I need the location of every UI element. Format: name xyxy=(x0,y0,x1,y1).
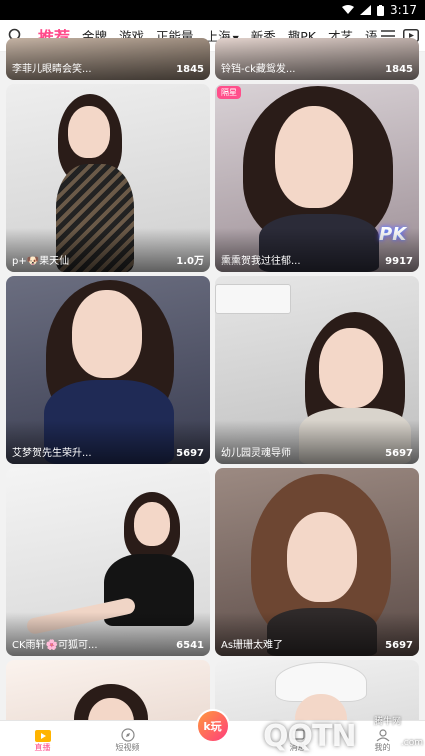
battery-icon xyxy=(377,4,385,16)
card-title: 幼儿园灵魂导师 xyxy=(221,448,291,459)
live-room-card[interactable]: CK雨轩🌸可狐可... 6541 xyxy=(6,468,210,656)
card-title: 李菲儿眼睛会笑... xyxy=(12,64,92,75)
live-room-card[interactable]: 铃铛-ck藏鸳发... 1845 xyxy=(215,38,419,80)
status-badge: 隔星 xyxy=(217,86,241,99)
live-room-card[interactable]: As珊珊太难了 5697 xyxy=(215,468,419,656)
watermark-top-text: 腾牛网 xyxy=(373,717,401,727)
nav-short-video[interactable]: 短视频 xyxy=(98,728,158,753)
live-tv-icon xyxy=(34,730,51,742)
air-conditioner xyxy=(215,284,291,314)
card-title: CK雨轩🌸可狐可... xyxy=(12,640,98,651)
live-room-card[interactable]: p+🐶果天仙 1.0万 xyxy=(6,84,210,272)
card-title: As珊珊太难了 xyxy=(221,640,284,651)
k-play-button[interactable]: k玩 xyxy=(195,709,230,743)
portrait-face xyxy=(319,328,383,408)
portrait-face xyxy=(72,290,142,378)
status-icons xyxy=(342,4,385,16)
signal-icon xyxy=(360,5,372,15)
card-title: p+🐶果天仙 xyxy=(12,256,70,267)
viewer-count: 1845 xyxy=(176,64,204,75)
viewer-count: 1.0万 xyxy=(176,256,204,267)
nav-short-video-label: 短视频 xyxy=(115,743,140,752)
status-time: 3:17 xyxy=(390,3,417,17)
viewer-count: 5697 xyxy=(385,640,413,651)
live-room-card[interactable]: 艾梦贺先生荣升... 5697 xyxy=(6,276,210,464)
wifi-icon xyxy=(342,5,355,14)
watermark-logo-text: QQTN xyxy=(263,719,357,754)
status-bar: 3:17 xyxy=(0,0,425,20)
viewer-count: 1845 xyxy=(385,64,413,75)
viewer-count: 6541 xyxy=(176,640,204,651)
live-room-card[interactable]: 李菲儿眼睛会笑... 1845 xyxy=(6,38,210,80)
live-room-card[interactable]: 幼儿园灵魂导师 5697 xyxy=(215,276,419,464)
viewer-count: 9917 xyxy=(385,256,413,267)
viewer-count: 5697 xyxy=(176,448,204,459)
site-watermark: 腾牛网 QQTN .com xyxy=(263,714,423,754)
live-room-card[interactable]: 隔星 PK 熏熏贺我过往郁... 9917 xyxy=(215,84,419,272)
nav-live-label: 直播 xyxy=(34,743,51,752)
nav-live[interactable]: 直播 xyxy=(13,728,73,753)
card-title: 铃铛-ck藏鸳发... xyxy=(221,64,296,75)
portrait-face xyxy=(68,106,110,158)
portrait-face xyxy=(287,512,357,602)
card-title: 熏熏贺我过往郁... xyxy=(221,256,301,267)
compass-icon xyxy=(120,728,135,742)
nav-k-play[interactable]: k玩 xyxy=(183,709,243,753)
viewer-count: 5697 xyxy=(385,448,413,459)
watermark-suffix: .com xyxy=(400,738,423,748)
card-title: 艾梦贺先生荣升... xyxy=(12,448,92,459)
portrait-face xyxy=(134,502,170,546)
app-screen: 3:17 推荐 金牌 游戏 正能量 上海▼ 新秀 趣PK 才艺 语玩 户 李 xyxy=(0,0,425,756)
portrait-face xyxy=(275,106,353,208)
